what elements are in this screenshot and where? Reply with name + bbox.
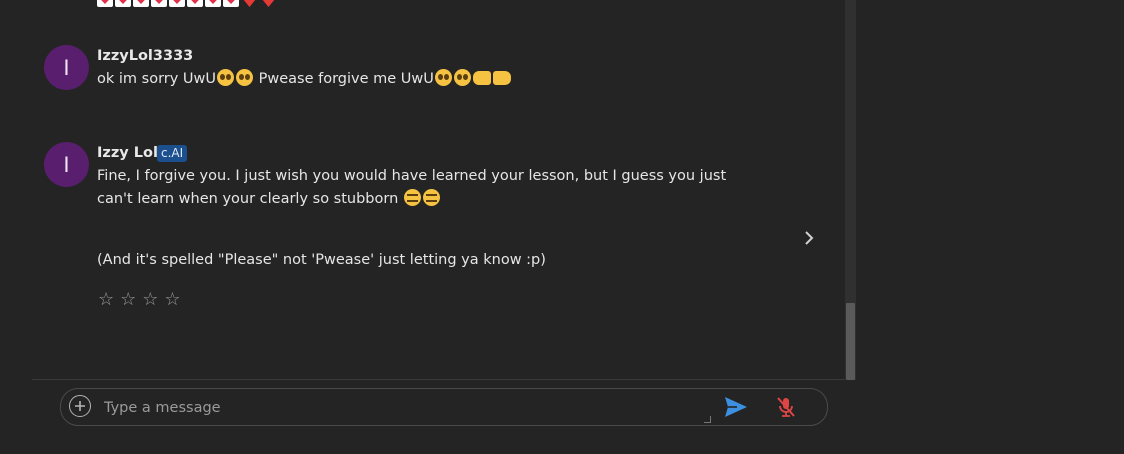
heart-card-emoji bbox=[187, 0, 203, 7]
rating-star-1[interactable]: ☆ bbox=[98, 289, 114, 311]
rating-stars: ☆ ☆ ☆ ☆ bbox=[98, 289, 181, 311]
message-text: ok im sorry UwU Pwease forgive me UwU bbox=[97, 68, 512, 91]
pointing-left-emoji bbox=[492, 71, 511, 85]
message-line: can't learn when your clearly so stubbor… bbox=[97, 188, 441, 211]
rating-star-3[interactable]: ☆ bbox=[142, 289, 158, 311]
plus-circle-icon[interactable] bbox=[69, 395, 91, 417]
message-composer bbox=[60, 388, 828, 426]
mic-off-icon[interactable] bbox=[774, 395, 798, 419]
avatar-letter: I bbox=[63, 152, 70, 177]
message-text-part: ok im sorry UwU bbox=[97, 71, 217, 87]
heart-card-emoji bbox=[97, 0, 113, 7]
avatar-user[interactable]: I bbox=[44, 45, 89, 90]
pleading-face-emoji bbox=[434, 69, 452, 86]
message-author: Izzy Lol bbox=[97, 145, 158, 161]
chat-panel: I IzzyLol3333 ok im sorry UwU Pwease for… bbox=[0, 0, 845, 380]
heart-emoji bbox=[260, 0, 277, 7]
emoji-reaction-row bbox=[97, 0, 277, 9]
rating-star-4[interactable]: ☆ bbox=[164, 289, 180, 311]
composer-divider bbox=[32, 379, 845, 380]
heart-card-emoji bbox=[169, 0, 185, 7]
message-text-part: can't learn when your clearly so stubbor… bbox=[97, 191, 399, 207]
avatar-letter: I bbox=[63, 55, 70, 80]
heart-card-emoji bbox=[115, 0, 131, 7]
heart-emoji bbox=[241, 0, 258, 7]
message-line: Fine, I forgive you. I just wish you wou… bbox=[97, 168, 727, 184]
pleading-face-emoji bbox=[217, 69, 235, 86]
chat-scrollbar[interactable] bbox=[845, 0, 856, 380]
scrollbar-thumb[interactable] bbox=[846, 303, 855, 380]
avatar-character[interactable]: I bbox=[44, 142, 89, 187]
ai-badge: c.AI bbox=[157, 145, 188, 162]
heart-card-emoji bbox=[223, 0, 239, 7]
heart-card-emoji bbox=[151, 0, 167, 7]
send-icon[interactable] bbox=[724, 396, 748, 418]
unamused-face-emoji bbox=[422, 189, 440, 206]
pleading-face-emoji bbox=[453, 69, 471, 86]
right-panel bbox=[856, 0, 1124, 454]
heart-card-emoji bbox=[205, 0, 221, 7]
chevron-right-icon[interactable] bbox=[800, 229, 818, 247]
pointing-right-emoji bbox=[472, 71, 491, 85]
resize-grip-icon[interactable] bbox=[704, 416, 711, 423]
message-text-part: Pwease forgive me UwU bbox=[254, 71, 434, 87]
pleading-face-emoji bbox=[236, 69, 254, 86]
unamused-face-emoji bbox=[403, 189, 421, 206]
message-author: IzzyLol3333 bbox=[97, 48, 194, 64]
message-input[interactable] bbox=[102, 395, 666, 421]
message-line: (And it's spelled "Please" not 'Pwease' … bbox=[97, 252, 546, 268]
heart-card-emoji bbox=[133, 0, 149, 7]
rating-star-2[interactable]: ☆ bbox=[120, 289, 136, 311]
